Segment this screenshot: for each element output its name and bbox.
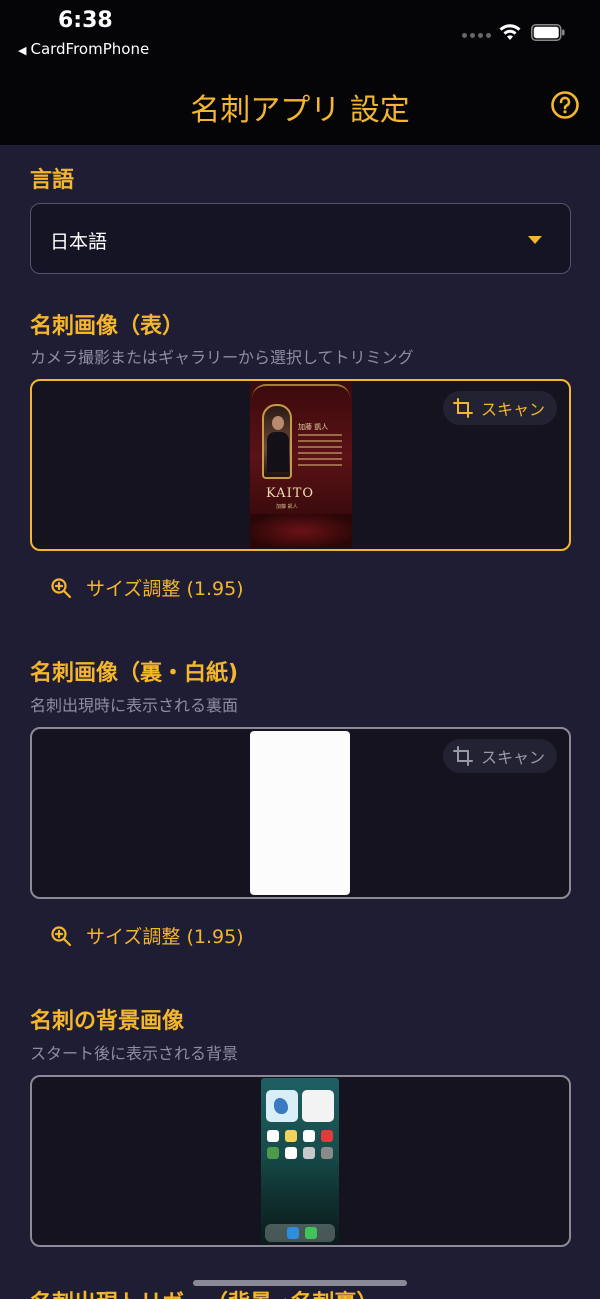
background-image: [261, 1078, 339, 1244]
scan-label: スキャン: [480, 748, 545, 767]
status-time: 6:38: [58, 8, 113, 33]
card-front-subtitle: カメラ撮影またはギャラリーから選択してトリミング: [30, 348, 414, 367]
card-arch-decoration: [252, 384, 350, 398]
card-back-scan-button[interactable]: スキャン: [442, 739, 557, 773]
language-select-value: 日本語: [50, 231, 108, 253]
card-front-section-title: 名刺画像（表）: [30, 314, 185, 339]
card-name-text: 加藤 凱人: [298, 423, 329, 431]
calendar-widget-thumbnail: [302, 1090, 334, 1122]
cellular-signal-icon: [462, 33, 491, 38]
card-front-image-box[interactable]: 加藤 凱人 KAITO 加藤 凱人 スキャン: [30, 379, 571, 551]
card-portrait-frame: [262, 404, 292, 479]
back-arrow-icon: ◀: [18, 44, 27, 57]
status-bar: 6:38 ◀ CardFromPhone: [0, 0, 600, 75]
dropdown-caret-icon: [528, 236, 542, 244]
crop-icon: [452, 398, 473, 418]
card-back-subtitle: 名刺出現時に表示される裏面: [30, 696, 239, 715]
card-floor-decoration: [250, 514, 352, 548]
card-back-section-title: 名刺画像（裏・白紙): [30, 661, 239, 686]
card-back-size-adjust-button[interactable]: サイズ調整 (1.95): [50, 922, 244, 949]
dock-thumbnail: [265, 1224, 335, 1242]
crop-icon: [452, 746, 473, 766]
language-section-title: 言語: [30, 168, 75, 193]
back-app-label: CardFromPhone: [30, 40, 150, 58]
card-front-image: 加藤 凱人 KAITO 加藤 凱人: [250, 382, 352, 548]
background-image-box[interactable]: [30, 1075, 571, 1247]
battery-icon: [531, 24, 565, 41]
navigation-bar: 名刺アプリ 設定: [0, 75, 600, 145]
card-brand-text: KAITO: [266, 486, 315, 501]
app-icon-grid-thumbnail: [267, 1130, 333, 1159]
language-select[interactable]: 日本語: [30, 203, 571, 274]
scan-label: スキャン: [480, 400, 545, 419]
zoom-in-icon: [51, 925, 72, 946]
card-contact-lines: [298, 434, 342, 470]
card-back-image-box[interactable]: スキャン: [30, 727, 571, 899]
zoom-in-icon: [51, 577, 72, 598]
card-back-image: [250, 731, 350, 895]
help-icon[interactable]: [550, 90, 580, 120]
card-tagline-text: 加藤 凱人: [276, 504, 298, 510]
card-front-scan-button[interactable]: スキャン: [442, 391, 557, 425]
page-title: 名刺アプリ 設定: [190, 93, 410, 128]
background-subtitle: スタート後に表示される背景: [30, 1044, 239, 1063]
back-to-app-link[interactable]: ◀ CardFromPhone: [18, 40, 149, 58]
background-section-title: 名刺の背景画像: [30, 1009, 185, 1034]
trigger-section-title: 名刺出現トリガー（背景→名刺裏）: [30, 1285, 378, 1299]
size-adjust-label: サイズ調整 (1.95): [86, 578, 244, 600]
weather-widget-thumbnail: [266, 1090, 298, 1122]
size-adjust-label: サイズ調整 (1.95): [86, 926, 244, 948]
wifi-icon: [499, 24, 521, 40]
card-front-size-adjust-button[interactable]: サイズ調整 (1.95): [50, 574, 244, 601]
home-indicator: [193, 1280, 407, 1286]
